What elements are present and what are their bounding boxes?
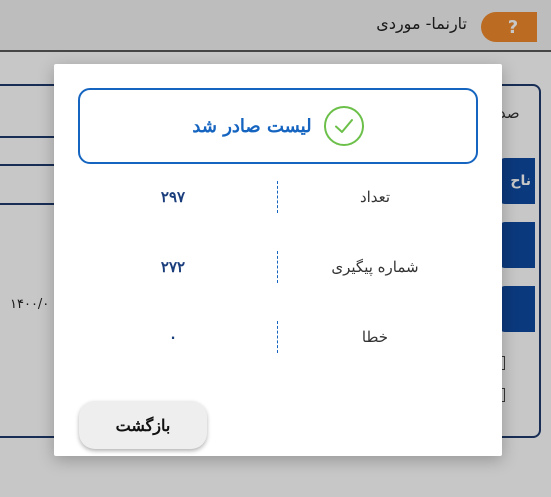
row-divider [277,251,278,283]
row-value: ۲۹۷ [160,188,186,206]
row-value: ۰ [168,328,178,346]
success-message: لیست صادر شد [192,115,312,137]
result-row-errors: خطا ۰ [78,317,478,357]
row-label: شماره پیگیری [331,258,419,276]
result-row-tracking-number: شماره پیگیری ۲۷۲ [78,247,478,287]
app-root: ? تارنما- موردی صد ناح ۱۴۰۰/۰ لیست صادر … [0,0,551,497]
row-label: تعداد [359,188,391,206]
result-row-count: تعداد ۲۹۷ [78,177,478,217]
back-button[interactable]: بازگشت [79,401,207,449]
row-divider [277,321,278,353]
result-dialog: لیست صادر شد تعداد ۲۹۷ شماره پیگیری ۲۷۲ … [54,64,502,456]
row-value: ۲۷۲ [160,258,186,276]
row-divider [277,181,278,213]
check-circle-icon [323,106,364,146]
row-label: خطا [361,328,389,346]
success-banner: لیست صادر شد [78,88,478,164]
